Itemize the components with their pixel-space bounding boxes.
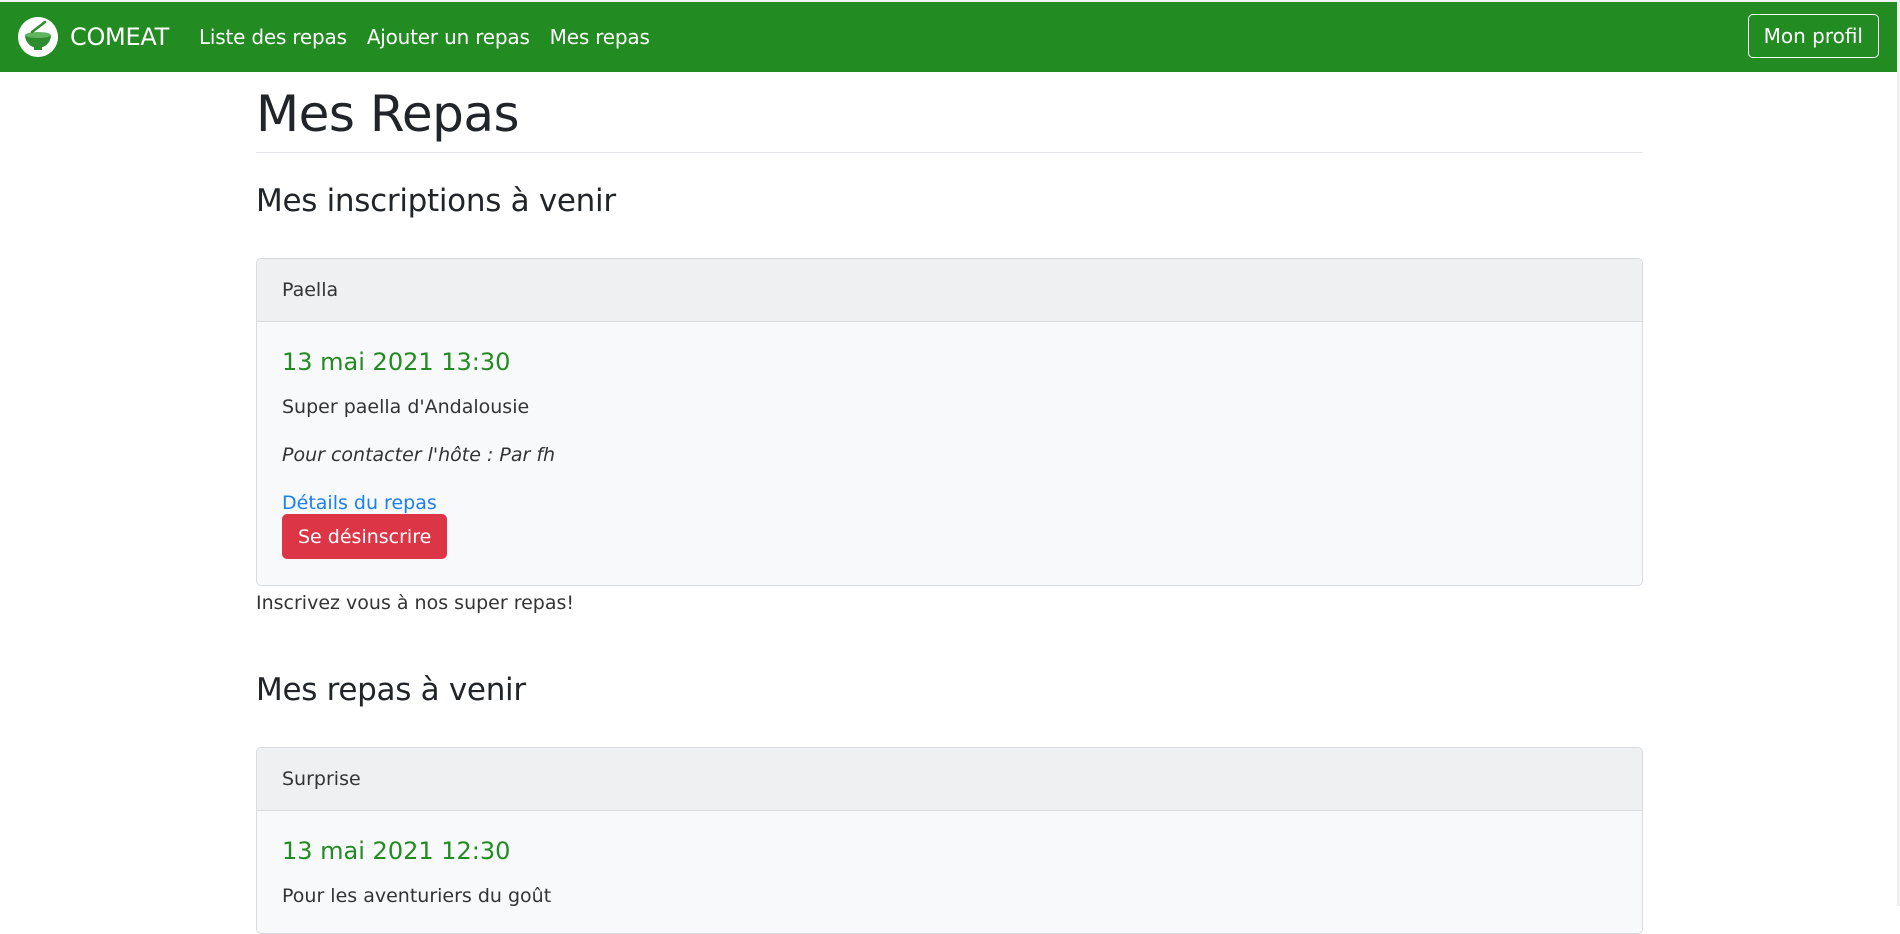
invite-text: Inscrivez vous à nos super repas! <box>256 592 575 615</box>
section-title-inscriptions: Mes inscriptions à venir <box>256 183 616 219</box>
section-title-mes-repas: Mes repas à venir <box>256 672 526 709</box>
nav-link-mes-repas[interactable]: Mes repas <box>550 25 650 49</box>
meal-card: Paella 13 mai 2021 13:30 Super paella d'… <box>256 258 1643 587</box>
card-body: 13 mai 2021 12:30 Pour les aventuriers d… <box>257 811 1642 933</box>
page-title: Mes Repas <box>256 85 520 143</box>
navbar: COMEAT Liste des repas Ajouter un repas … <box>0 2 1900 72</box>
meal-date: 13 mai 2021 13:30 <box>282 348 511 377</box>
card-header: Paella <box>257 259 1642 323</box>
meal-description: Super paella d'Andalousie <box>282 396 530 419</box>
meal-card: Surprise 13 mai 2021 12:30 Pour les aven… <box>256 747 1643 934</box>
meal-description: Pour les aventuriers du goût <box>282 885 552 908</box>
card-header: Surprise <box>257 748 1642 812</box>
bowl-icon <box>18 17 58 57</box>
brand[interactable]: COMEAT <box>18 17 169 57</box>
host-contact: Pour contacter l'hôte : Par fh <box>282 444 556 467</box>
meal-date: 13 mai 2021 12:30 <box>282 837 511 866</box>
profile-button[interactable]: Mon profil <box>1747 14 1879 58</box>
main-content: Mes Repas Mes inscriptions à venir Paell… <box>256 72 1643 934</box>
nav-link-liste-des-repas[interactable]: Liste des repas <box>199 25 347 49</box>
nav-link-ajouter-un-repas[interactable]: Ajouter un repas <box>367 25 530 49</box>
meal-details-link[interactable]: Détails du repas <box>282 492 1617 514</box>
brand-name: COMEAT <box>70 23 169 51</box>
card-body: 13 mai 2021 13:30 Super paella d'Andalou… <box>257 322 1642 585</box>
divider <box>256 152 1643 153</box>
nav-links: Liste des repas Ajouter un repas Mes rep… <box>199 25 670 49</box>
unsubscribe-button[interactable]: Se désinscrire <box>282 514 448 560</box>
